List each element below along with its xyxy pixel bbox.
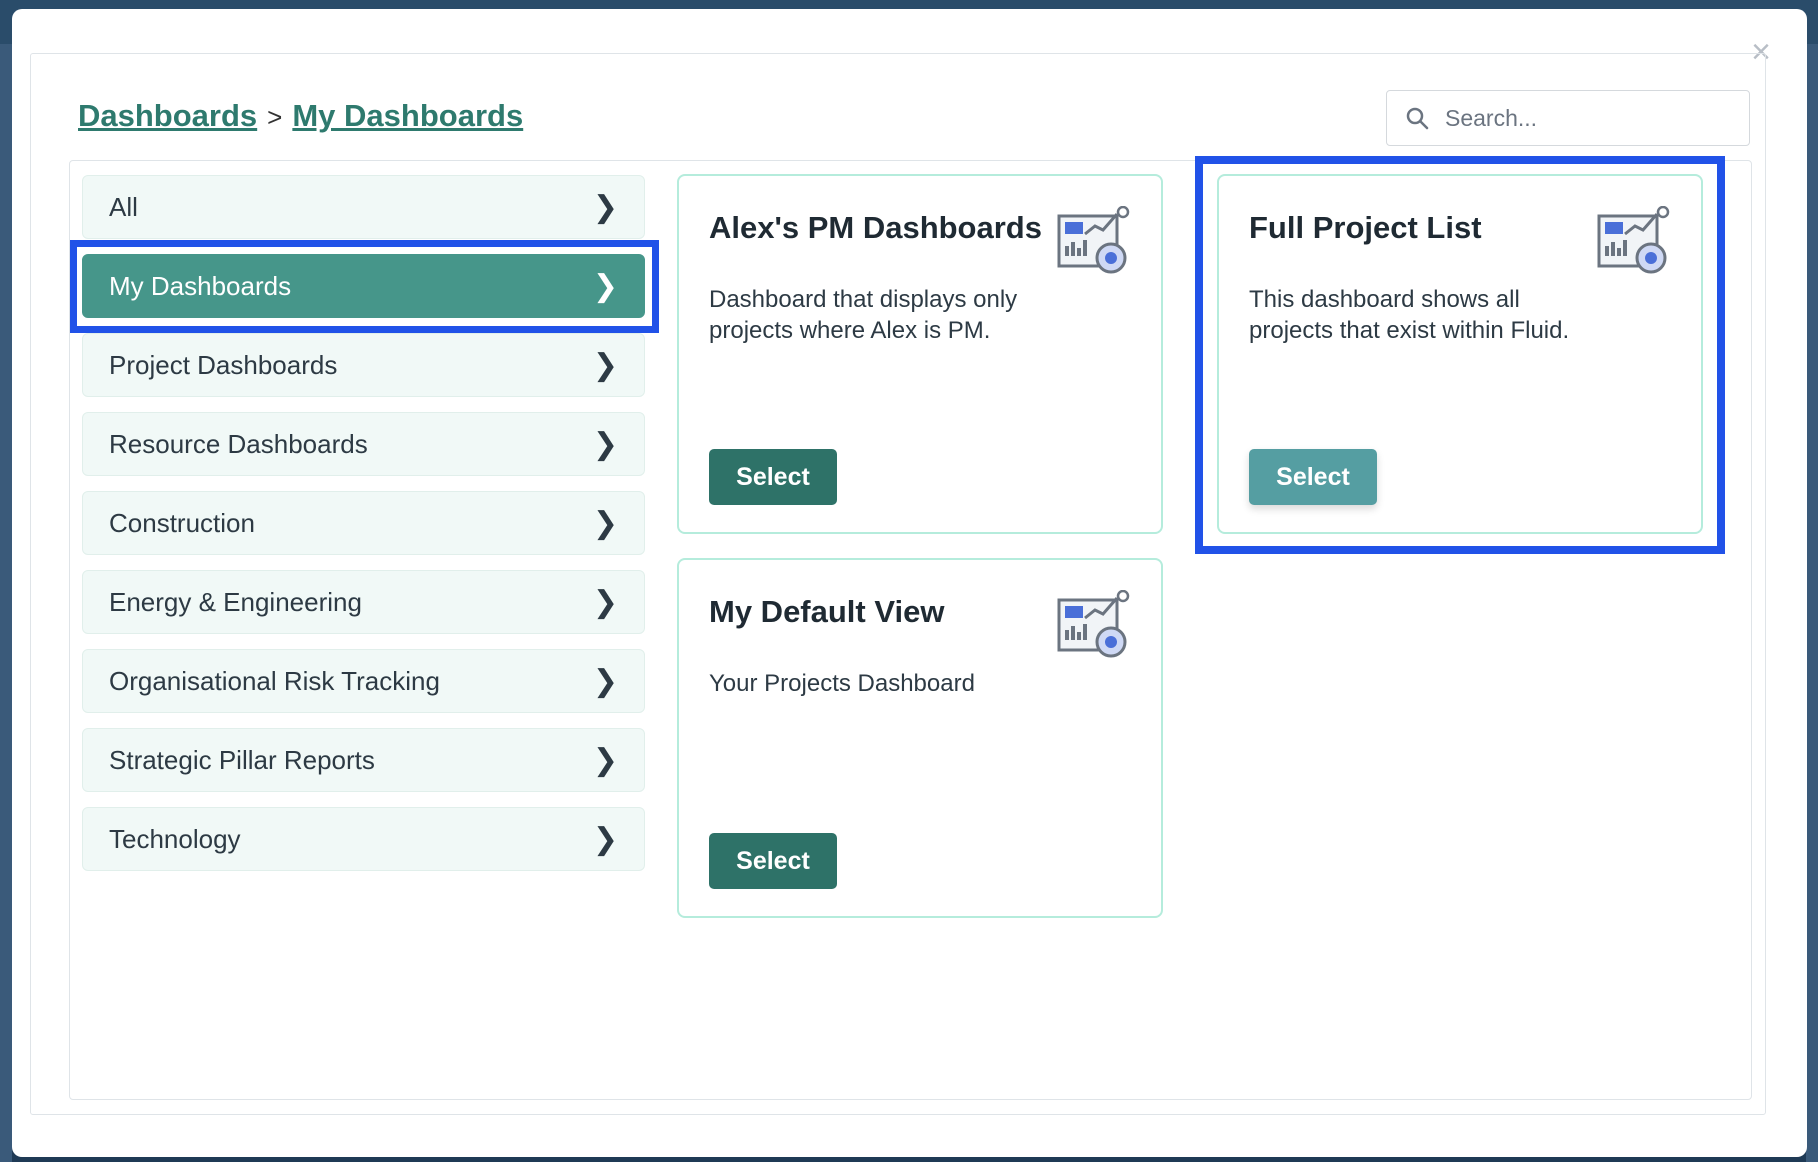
- chevron-right-icon: ❯: [592, 585, 618, 619]
- chevron-right-icon: ❯: [592, 269, 618, 303]
- breadcrumb: Dashboards > My Dashboards: [78, 98, 523, 134]
- sidebar-item-my-dashboards[interactable]: My Dashboards ❯: [82, 254, 645, 318]
- chevron-right-icon: ❯: [592, 743, 618, 777]
- card-description: Dashboard that displays only projects wh…: [709, 286, 1018, 344]
- breadcrumb-separator: >: [267, 102, 283, 132]
- sidebar-item-construction[interactable]: Construction ❯: [82, 491, 645, 555]
- search-icon: [1406, 107, 1429, 130]
- sidebar-item-label: Technology: [109, 823, 241, 854]
- chevron-right-icon: ❯: [592, 506, 618, 540]
- sidebar-item-project-dashboards[interactable]: Project Dashboards ❯: [82, 333, 645, 397]
- sidebar-item-organisational-risk-tracking[interactable]: Organisational Risk Tracking ❯: [82, 649, 645, 713]
- chevron-right-icon: ❯: [592, 664, 618, 698]
- card-description: This dashboard shows all projects that e…: [1249, 286, 1570, 344]
- sidebar-item-technology[interactable]: Technology ❯: [82, 807, 645, 871]
- sidebar-item-all[interactable]: All ❯: [82, 175, 645, 239]
- chevron-right-icon: ❯: [592, 427, 618, 461]
- dashboard-card: My Default View Your Projects Dashboard …: [677, 558, 1163, 918]
- breadcrumb-my-dashboards-link[interactable]: My Dashboards: [292, 98, 523, 133]
- backdrop-left: [0, 44, 12, 1162]
- dashboard-card: Alex's PM Dashboards Dashboard that disp…: [677, 174, 1163, 534]
- select-button[interactable]: Select: [1249, 449, 1377, 505]
- sidebar-item-label: Project Dashboards: [109, 349, 338, 380]
- sidebar-item-label: All: [109, 191, 138, 222]
- dashboard-chart-icon: [1057, 590, 1130, 658]
- search-input[interactable]: [1443, 103, 1707, 133]
- sidebar-item-label: Construction: [109, 507, 255, 538]
- card-title: Alex's PM Dashboards: [709, 210, 1042, 245]
- sidebar-item-label: My Dashboards: [109, 270, 292, 301]
- category-sidebar: All ❯ My Dashboards ❯ Project Dashboards…: [82, 175, 645, 886]
- card-title: My Default View: [709, 594, 945, 629]
- select-button[interactable]: Select: [709, 833, 837, 889]
- chevron-right-icon: ❯: [592, 822, 618, 856]
- sidebar-item-label: Resource Dashboards: [109, 428, 368, 459]
- card-description: Your Projects Dashboard: [709, 670, 975, 697]
- sidebar-item-label: Energy & Engineering: [109, 586, 362, 617]
- chevron-right-icon: ❯: [592, 190, 618, 224]
- dashboard-chart-icon: [1597, 206, 1670, 274]
- sidebar-item-label: Strategic Pillar Reports: [109, 744, 375, 775]
- backdrop-right: [1806, 44, 1818, 1162]
- search-box[interactable]: [1386, 90, 1750, 146]
- card-title: Full Project List: [1249, 210, 1482, 245]
- dashboard-chart-icon: [1057, 206, 1130, 274]
- breadcrumb-dashboards-link[interactable]: Dashboards: [78, 98, 257, 133]
- sidebar-item-energy-engineering[interactable]: Energy & Engineering ❯: [82, 570, 645, 634]
- sidebar-item-label: Organisational Risk Tracking: [109, 665, 440, 696]
- dashboard-card: Full Project List This dashboard shows a…: [1217, 174, 1703, 534]
- sidebar-item-resource-dashboards[interactable]: Resource Dashboards ❯: [82, 412, 645, 476]
- chevron-right-icon: ❯: [592, 348, 618, 382]
- select-button[interactable]: Select: [709, 449, 837, 505]
- sidebar-item-strategic-pillar-reports[interactable]: Strategic Pillar Reports ❯: [82, 728, 645, 792]
